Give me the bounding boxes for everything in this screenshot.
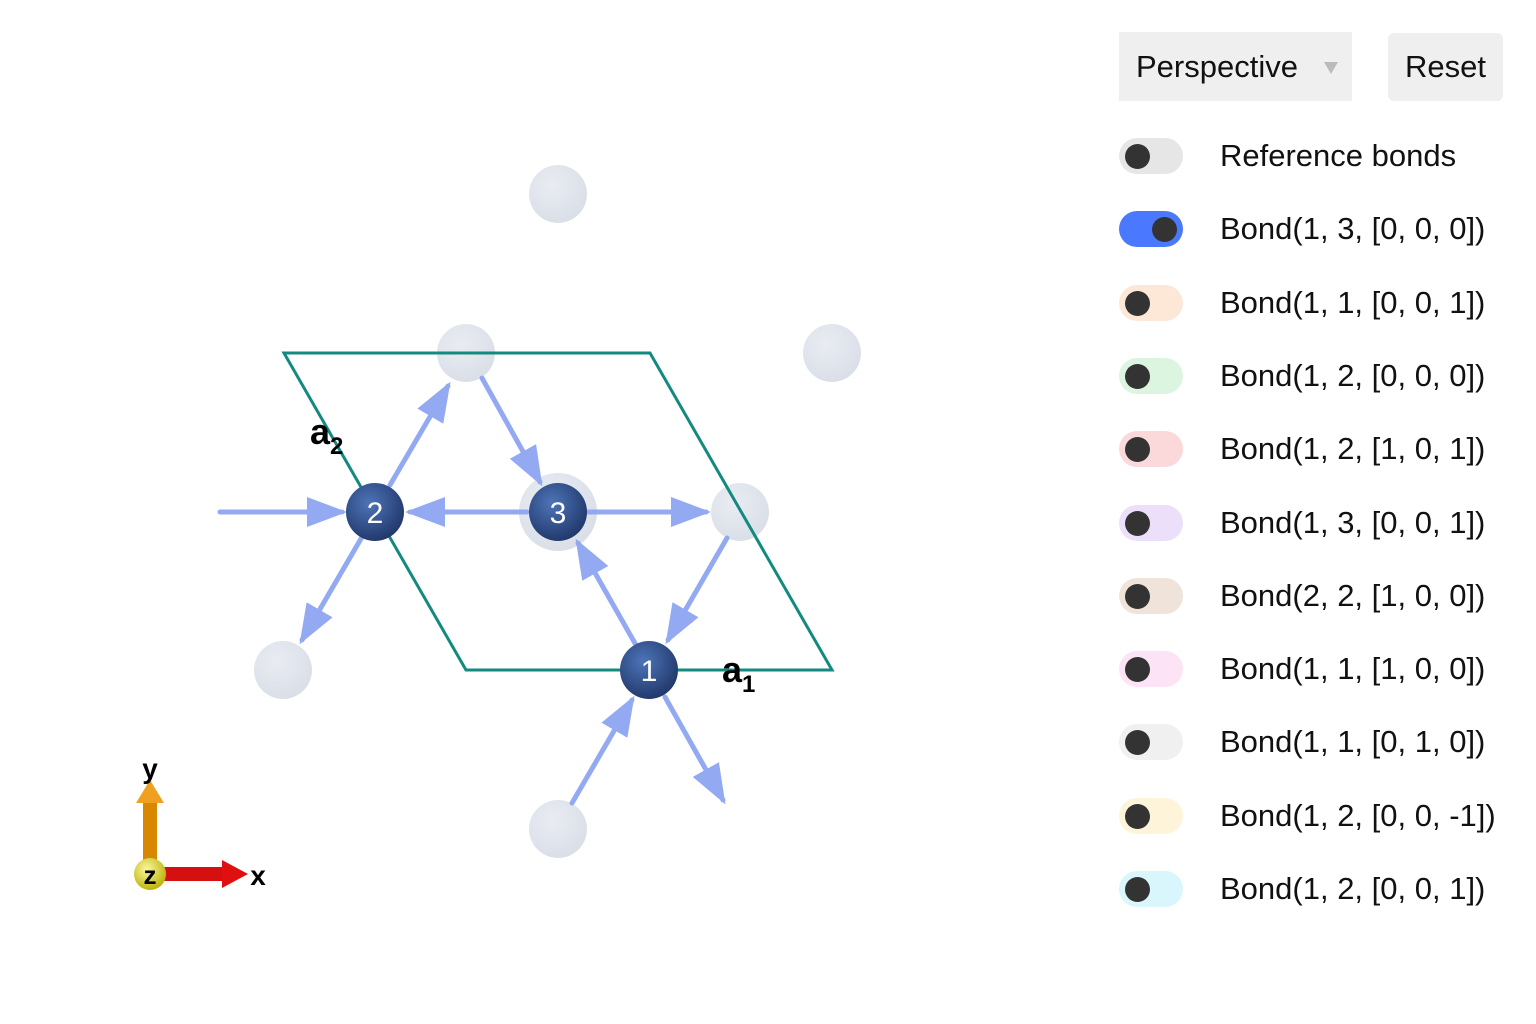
toggle-switch[interactable]	[1119, 724, 1183, 761]
toggle-switch[interactable]	[1119, 651, 1183, 688]
toggle-label: Reference bonds	[1220, 138, 1457, 173]
bond-toggle-row[interactable]: Bond(2, 2, [1, 0, 0])	[1119, 577, 1485, 615]
bond-arrow	[479, 375, 543, 487]
toggle-switch[interactable]	[1119, 211, 1183, 248]
ghost-atom	[529, 165, 587, 223]
atom-label: 2	[367, 497, 384, 530]
atom-1[interactable]: 1	[620, 641, 678, 699]
x-axis-arrow	[162, 867, 224, 881]
toggle-label: Bond(1, 1, [1, 0, 0])	[1220, 651, 1486, 687]
atom-label: 3	[550, 497, 567, 530]
toggle-label: Bond(1, 3, [0, 0, 0])	[1220, 211, 1486, 247]
toggle-label: Bond(2, 2, [1, 0, 0])	[1220, 577, 1486, 613]
atom-label: 1	[641, 655, 658, 688]
toggle-switch[interactable]	[1119, 797, 1183, 834]
toggle-knob	[1125, 877, 1150, 902]
toggle-label: Bond(1, 2, [0, 0, 1])	[1220, 871, 1486, 906]
toggle-knob	[1125, 437, 1150, 463]
reset-button[interactable]: Reset	[1388, 33, 1503, 101]
toggle-label: Bond(1, 2, [0, 0, -1])	[1220, 797, 1496, 833]
atom-2[interactable]: 2	[346, 483, 404, 541]
toggle-label: Bond(1, 3, [0, 0, 1])	[1220, 504, 1486, 540]
bond-arrow	[662, 694, 726, 805]
toggle-switch[interactable]	[1119, 357, 1183, 394]
x-axis-arrowhead	[222, 860, 248, 888]
toggle-switch[interactable]	[1119, 504, 1183, 541]
bond-toggle-row[interactable]: Bond(1, 3, [0, 0, 0])	[1119, 210, 1485, 248]
lattice-vector-a2-label: a2	[310, 411, 343, 460]
projection-select[interactable]: Perspective	[1119, 32, 1352, 101]
bond-toggle-row[interactable]: Reference bonds	[1119, 137, 1456, 175]
toggle-knob	[1125, 583, 1150, 609]
projection-select-value: Perspective	[1136, 48, 1298, 84]
x-axis-label: x	[250, 860, 266, 891]
toggle-switch[interactable]	[1119, 871, 1183, 907]
ghost-atom	[803, 324, 861, 382]
toggle-label: Bond(1, 1, [0, 0, 1])	[1220, 284, 1486, 320]
toggle-switch[interactable]	[1119, 577, 1183, 614]
bond-arrow	[299, 534, 365, 645]
crystal-viewer-canvas[interactable]: 1 2 3 a2 a1 z y x	[0, 0, 1100, 1024]
toggle-knob	[1125, 363, 1150, 389]
bond-arrow	[569, 695, 635, 806]
atom-3[interactable]: 3	[529, 483, 587, 541]
bond-toggle-row[interactable]: Bond(1, 2, [0, 0, 1])	[1119, 870, 1485, 908]
toggle-knob	[1125, 510, 1150, 536]
toggle-knob	[1125, 803, 1150, 829]
toggle-switch[interactable]	[1119, 138, 1183, 174]
bond-toggle-row[interactable]: Bond(1, 2, [1, 0, 1])	[1119, 430, 1485, 468]
bond-arrow	[387, 381, 451, 488]
ghost-atom	[254, 641, 312, 699]
toggle-knob	[1152, 217, 1177, 243]
toggle-switch[interactable]	[1119, 431, 1183, 468]
toggle-knob	[1125, 730, 1150, 756]
bond-toggle-row[interactable]: Bond(1, 1, [0, 0, 1])	[1119, 284, 1485, 322]
toggle-switch[interactable]	[1119, 284, 1183, 321]
toggle-knob	[1125, 657, 1150, 683]
bond-toggle-row[interactable]: Bond(1, 1, [1, 0, 0])	[1119, 650, 1485, 688]
z-axis-label: z	[144, 860, 157, 890]
toggle-knob	[1125, 290, 1150, 316]
bond-toggle-row[interactable]: Bond(1, 2, [0, 0, -1])	[1119, 797, 1496, 835]
caret-down-icon	[1324, 62, 1338, 74]
axes-triad: z y x	[134, 753, 266, 891]
bond-arrows	[217, 375, 730, 806]
bond-arrow	[575, 538, 639, 648]
bond-toggle-row[interactable]: Bond(1, 3, [0, 0, 1])	[1119, 504, 1485, 542]
bond-toggle-row[interactable]: Bond(1, 2, [0, 0, 0])	[1119, 357, 1485, 395]
lattice-vector-a1-label: a1	[722, 649, 755, 698]
bond-arrow	[665, 535, 730, 645]
toggle-label: Bond(1, 2, [0, 0, 0])	[1220, 357, 1486, 393]
toggle-knob	[1125, 144, 1150, 169]
y-axis-label: y	[142, 753, 158, 784]
bond-toggle-row[interactable]: Bond(1, 1, [0, 1, 0])	[1119, 723, 1485, 761]
toggle-label: Bond(1, 2, [1, 0, 1])	[1220, 431, 1486, 467]
toggle-label: Bond(1, 1, [0, 1, 0])	[1220, 724, 1486, 760]
ghost-atom	[529, 800, 587, 858]
